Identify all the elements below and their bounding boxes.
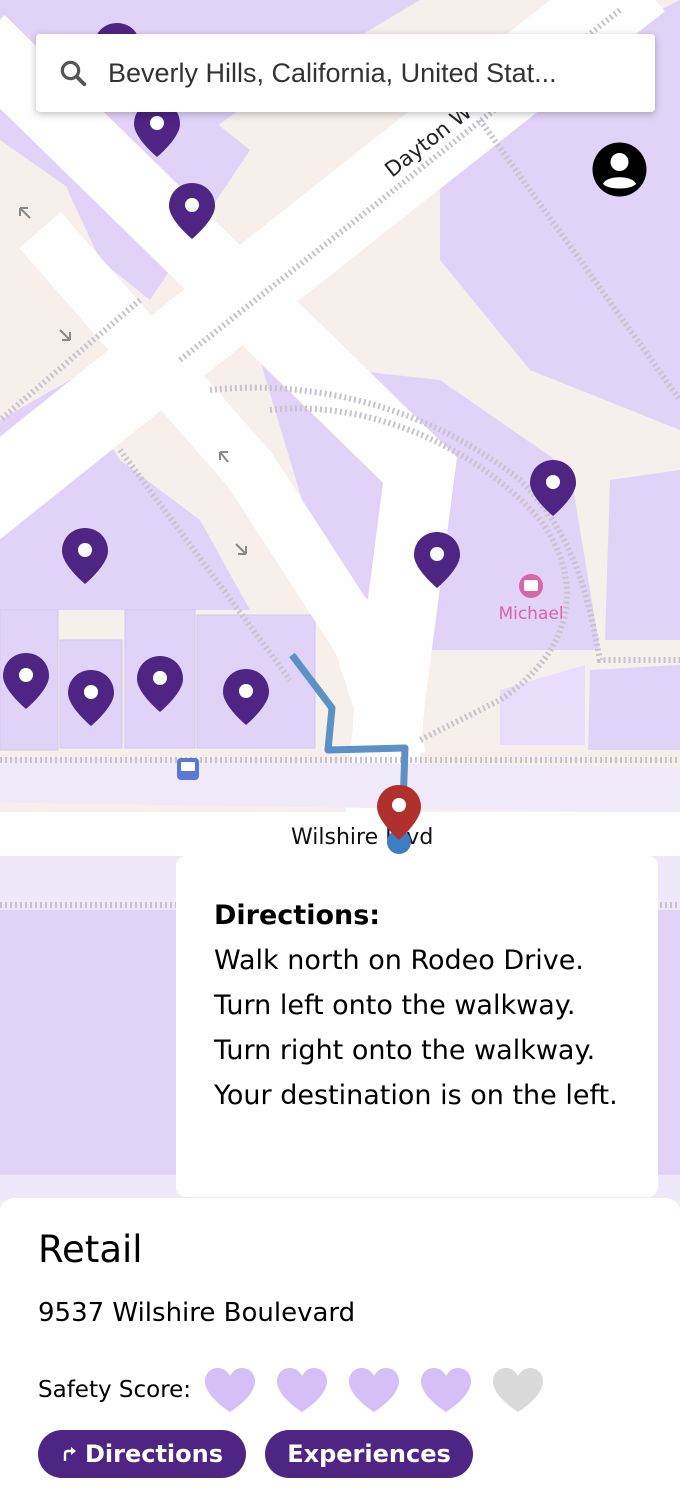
- heart-icon: [493, 1368, 544, 1412]
- directions-button[interactable]: Directions: [38, 1430, 246, 1478]
- account-icon[interactable]: [591, 141, 648, 198]
- direction-step: Turn right onto the walkway.: [214, 1035, 596, 1066]
- heart-icon: [421, 1368, 472, 1412]
- heart-icon: [205, 1368, 256, 1412]
- place-type: Retail: [38, 1228, 143, 1271]
- heart-icon: [349, 1368, 400, 1412]
- experiences-button-label: Experiences: [287, 1440, 451, 1468]
- direction-step: Turn left onto the walkway.: [214, 990, 576, 1021]
- search-input[interactable]: Beverly Hills, California, United Stat..…: [108, 58, 608, 89]
- search-bar[interactable]: Beverly Hills, California, United Stat..…: [36, 34, 655, 112]
- place-details-sheet: Retail 9537 Wilshire Boulevard Safety Sc…: [0, 1198, 680, 1492]
- place-address: 9537 Wilshire Boulevard: [38, 1298, 356, 1328]
- heart-icon: [277, 1368, 328, 1412]
- safety-score: Safety Score:: [38, 1360, 563, 1420]
- poi-label-michael: Michael: [498, 604, 563, 624]
- turn-right-icon: [63, 1447, 76, 1461]
- street-label-wilshire: Wilshire Blvd: [291, 825, 433, 850]
- search-icon: [60, 60, 87, 87]
- direction-step: Walk north on Rodeo Drive.: [214, 945, 584, 976]
- experiences-button[interactable]: Experiences: [265, 1430, 473, 1478]
- directions-title: Directions:: [214, 900, 381, 931]
- direction-step: Your destination is on the left.: [214, 1080, 618, 1111]
- directions-button-label: Directions: [84, 1440, 224, 1468]
- directions-card: Directions: Walk north on Rodeo Drive. T…: [176, 856, 658, 1197]
- safety-score-label: Safety Score:: [38, 1377, 192, 1403]
